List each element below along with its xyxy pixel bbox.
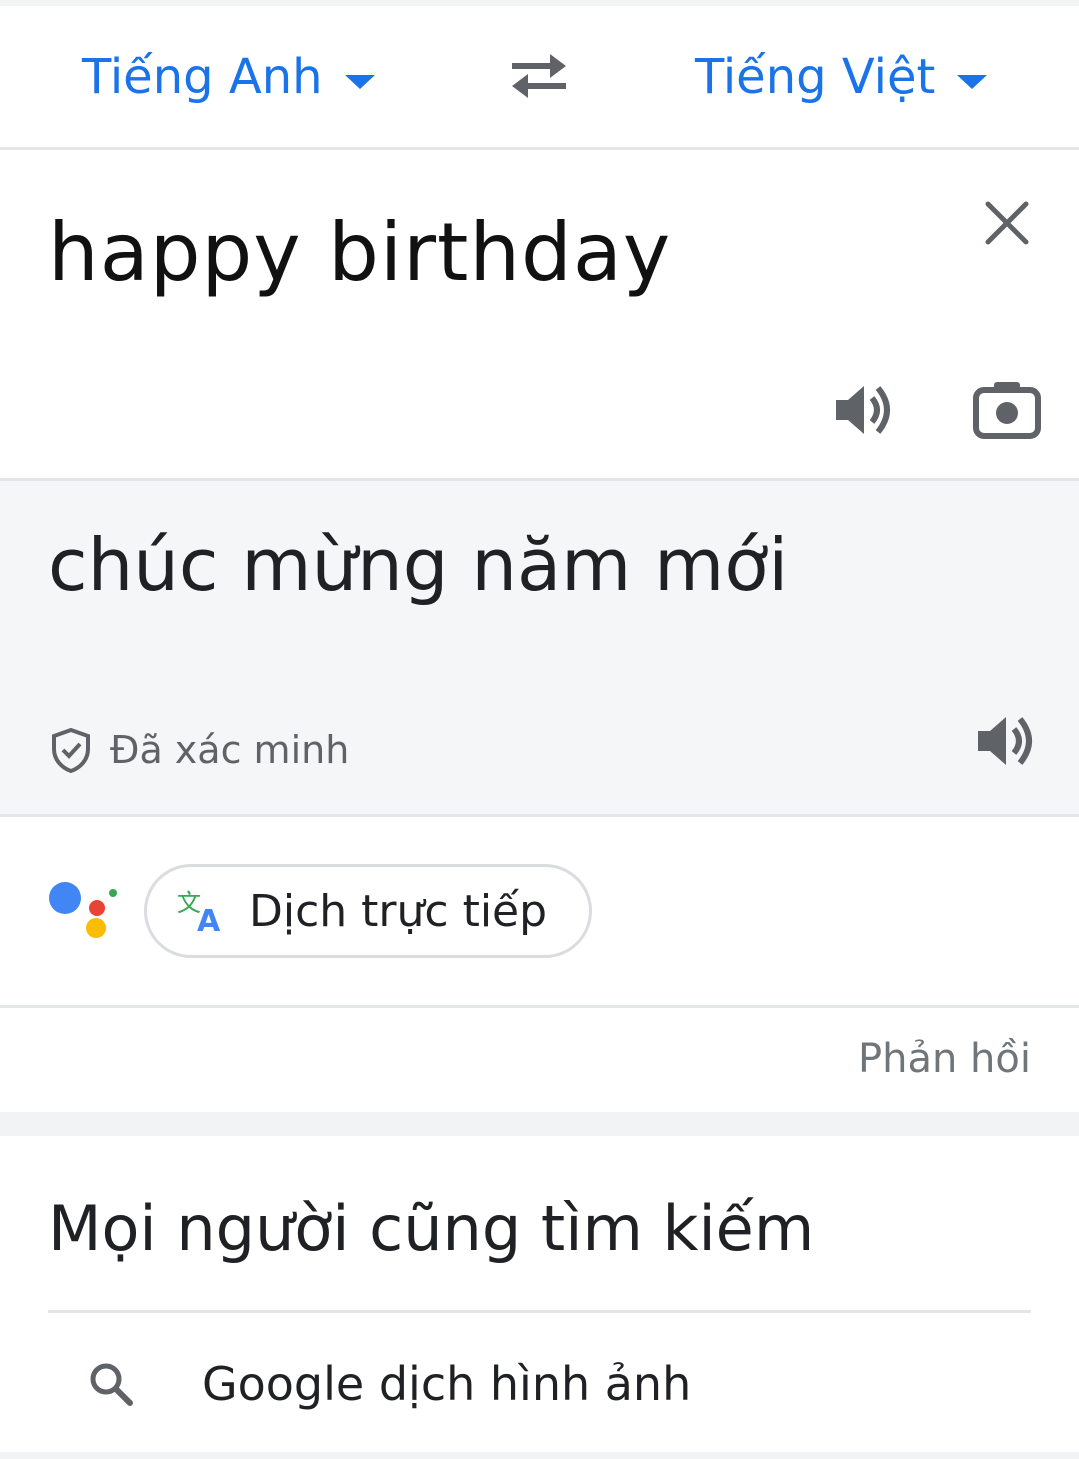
section-gap xyxy=(0,1112,1079,1136)
svg-text:A: A xyxy=(197,904,221,935)
shield-check-icon xyxy=(52,727,90,773)
section-title: Mọi người cũng tìm kiếm xyxy=(48,1192,815,1265)
source-text[interactable]: happy birthday xyxy=(48,206,671,299)
chevron-down-icon xyxy=(957,75,988,89)
camera-icon[interactable] xyxy=(972,378,1042,442)
list-item[interactable]: Google dịch hình ảnh xyxy=(48,1314,1031,1454)
divider xyxy=(48,1310,1031,1313)
translate-page: Tiếng Anh Tiếng Việt happy birthday chúc… xyxy=(0,0,1079,1459)
target-language-selector[interactable]: Tiếng Việt xyxy=(695,6,988,148)
suggestion-label: Google dịch hình ảnh xyxy=(202,1357,692,1411)
google-assistant-icon xyxy=(49,882,117,938)
translation-result: chúc mừng năm mới Đã xác minh xyxy=(0,481,1079,814)
live-translate-button[interactable]: 文 A Dịch trực tiếp xyxy=(144,864,592,958)
search-icon xyxy=(90,1363,133,1406)
people-also-search: Mọi người cũng tìm kiếm Google dịch hình… xyxy=(0,1136,1079,1459)
language-bar: Tiếng Anh Tiếng Việt xyxy=(0,6,1079,148)
source-language-selector[interactable]: Tiếng Anh xyxy=(82,6,375,148)
translate-icon: 文 A xyxy=(177,889,221,935)
live-translate-row: 文 A Dịch trực tiếp xyxy=(0,817,1079,1005)
feedback-row: Phản hồi xyxy=(0,1008,1079,1112)
feedback-link[interactable]: Phản hồi xyxy=(858,1036,1031,1082)
swap-arrows-icon[interactable] xyxy=(506,50,572,102)
target-language-label: Tiếng Việt xyxy=(695,49,936,105)
verified-badge: Đã xác minh xyxy=(50,727,349,773)
close-icon[interactable] xyxy=(980,196,1034,250)
verified-label: Đã xác minh xyxy=(110,728,350,772)
chevron-down-icon xyxy=(344,75,375,89)
source-input-area[interactable]: happy birthday xyxy=(0,150,1079,478)
live-translate-label: Dịch trực tiếp xyxy=(249,885,548,937)
bottom-edge xyxy=(0,1452,1079,1459)
speaker-icon[interactable] xyxy=(974,709,1038,773)
speaker-icon[interactable] xyxy=(832,378,896,442)
translated-text: chúc mừng năm mới xyxy=(48,523,789,607)
source-language-label: Tiếng Anh xyxy=(82,49,323,105)
